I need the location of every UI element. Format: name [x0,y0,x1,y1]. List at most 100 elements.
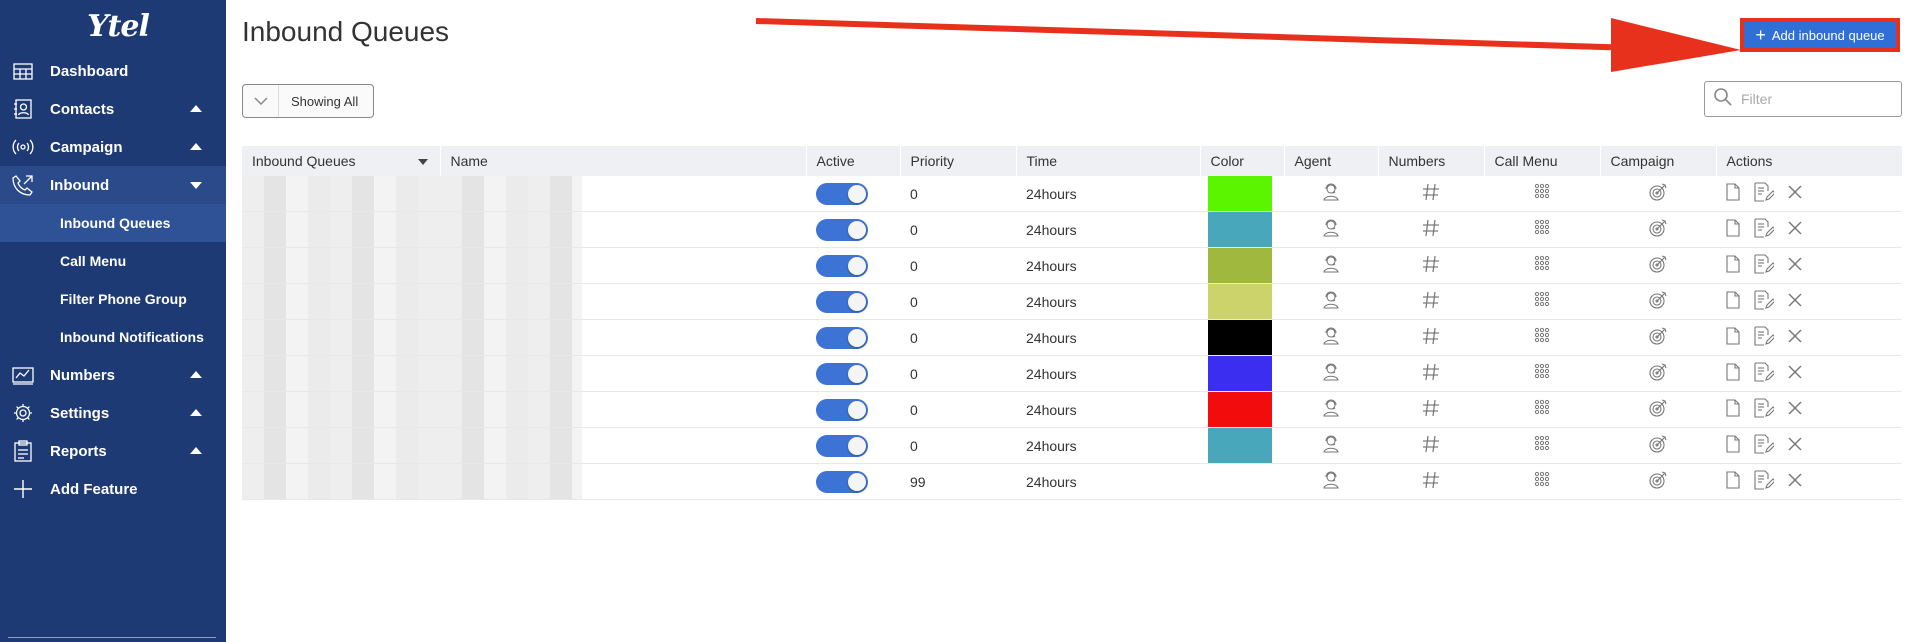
delete-icon[interactable] [1788,401,1802,418]
sidebar-item-numbers[interactable]: Numbers [0,356,226,394]
agent-icon[interactable] [1321,398,1341,421]
caret-down-icon[interactable] [190,182,202,189]
sidebar-item-reports[interactable]: Reports [0,432,226,470]
copy-icon[interactable] [1726,183,1740,204]
active-toggle[interactable] [816,326,868,349]
delete-icon[interactable] [1788,437,1802,454]
sidebar-subitem-call-menu[interactable]: Call Menu [0,242,226,280]
keypad-icon[interactable] [1534,471,1550,492]
agent-icon[interactable] [1321,218,1341,241]
table-row[interactable]: 0 24hours [242,427,1902,464]
caret-up-icon[interactable] [190,409,202,416]
caret-up-icon[interactable] [190,105,202,112]
target-icon[interactable] [1648,254,1668,277]
add-inbound-queue-button[interactable]: + Add inbound queue [1740,18,1900,52]
sidebar-subitem-filter-phone-group[interactable]: Filter Phone Group [0,280,226,318]
agent-icon[interactable] [1321,362,1341,385]
active-toggle[interactable] [816,398,868,421]
sidebar-item-add-feature[interactable]: Add Feature [0,470,226,508]
hash-icon[interactable] [1422,291,1440,312]
sidebar-item-settings[interactable]: Settings [0,394,226,432]
copy-icon[interactable] [1726,255,1740,276]
edit-icon[interactable] [1754,290,1776,313]
delete-icon[interactable] [1788,221,1802,238]
hash-icon[interactable] [1422,399,1440,420]
agent-icon[interactable] [1321,254,1341,277]
copy-icon[interactable] [1726,219,1740,240]
target-icon[interactable] [1648,326,1668,349]
keypad-icon[interactable] [1534,327,1550,348]
copy-icon[interactable] [1726,363,1740,384]
hash-icon[interactable] [1422,219,1440,240]
target-icon[interactable] [1648,362,1668,385]
sidebar-item-campaign[interactable]: Campaign [0,128,226,166]
table-row[interactable]: 0 24hours [242,211,1902,248]
copy-icon[interactable] [1726,471,1740,492]
edit-icon[interactable] [1754,182,1776,205]
sidebar-item-dashboard[interactable]: Dashboard [0,52,226,90]
keypad-icon[interactable] [1534,291,1550,312]
hash-icon[interactable] [1422,183,1440,204]
table-row[interactable]: 0 24hours [242,176,1902,212]
hash-icon[interactable] [1422,255,1440,276]
delete-icon[interactable] [1788,365,1802,382]
table-row[interactable]: 0 24hours [242,283,1902,320]
table-row[interactable]: 0 24hours [242,391,1902,428]
table-row[interactable]: 0 24hours [242,319,1902,356]
logo[interactable]: Ytel [0,0,226,52]
sidebar-item-inbound[interactable]: Inbound [0,166,226,204]
copy-icon[interactable] [1726,399,1740,420]
keypad-icon[interactable] [1534,399,1550,420]
hash-icon[interactable] [1422,435,1440,456]
column-header-inbound-queues[interactable]: Inbound Queues [242,146,440,176]
column-header-name[interactable]: Name [439,146,806,176]
sidebar-subitem-inbound-notifications[interactable]: Inbound Notifications [0,318,226,356]
column-header-color[interactable]: Color [1199,146,1284,176]
edit-icon[interactable] [1754,470,1776,493]
column-header-time[interactable]: Time [1015,146,1200,176]
delete-icon[interactable] [1788,473,1802,490]
edit-icon[interactable] [1754,434,1776,457]
delete-icon[interactable] [1788,185,1802,202]
agent-icon[interactable] [1321,182,1341,205]
agent-icon[interactable] [1321,470,1341,493]
keypad-icon[interactable] [1534,363,1550,384]
sidebar-item-contacts[interactable]: Contacts [0,90,226,128]
hash-icon[interactable] [1422,327,1440,348]
agent-icon[interactable] [1321,290,1341,313]
delete-icon[interactable] [1788,329,1802,346]
filter-field[interactable] [1704,81,1902,117]
edit-icon[interactable] [1754,218,1776,241]
showing-all-dropdown[interactable]: Showing All [242,84,374,118]
table-row[interactable]: 99 24hours [242,463,1902,500]
table-row[interactable]: 0 24hours [242,247,1902,284]
table-row[interactable]: 0 24hours [242,355,1902,392]
edit-icon[interactable] [1754,362,1776,385]
sidebar-subitem-inbound-queues[interactable]: Inbound Queues [0,204,226,242]
agent-icon[interactable] [1321,434,1341,457]
active-toggle[interactable] [816,254,868,277]
keypad-icon[interactable] [1534,183,1550,204]
hash-icon[interactable] [1422,363,1440,384]
delete-icon[interactable] [1788,257,1802,274]
copy-icon[interactable] [1726,435,1740,456]
active-toggle[interactable] [816,290,868,313]
edit-icon[interactable] [1754,398,1776,421]
agent-icon[interactable] [1321,326,1341,349]
filter-input[interactable] [1741,91,1891,107]
edit-icon[interactable] [1754,254,1776,277]
target-icon[interactable] [1648,470,1668,493]
active-toggle[interactable] [816,182,868,205]
hash-icon[interactable] [1422,471,1440,492]
target-icon[interactable] [1648,182,1668,205]
caret-up-icon[interactable] [190,371,202,378]
target-icon[interactable] [1648,398,1668,421]
keypad-icon[interactable] [1534,219,1550,240]
keypad-icon[interactable] [1534,435,1550,456]
column-header-active[interactable]: Active [805,146,900,176]
copy-icon[interactable] [1726,327,1740,348]
edit-icon[interactable] [1754,326,1776,349]
target-icon[interactable] [1648,218,1668,241]
active-toggle[interactable] [816,362,868,385]
active-toggle[interactable] [816,434,868,457]
